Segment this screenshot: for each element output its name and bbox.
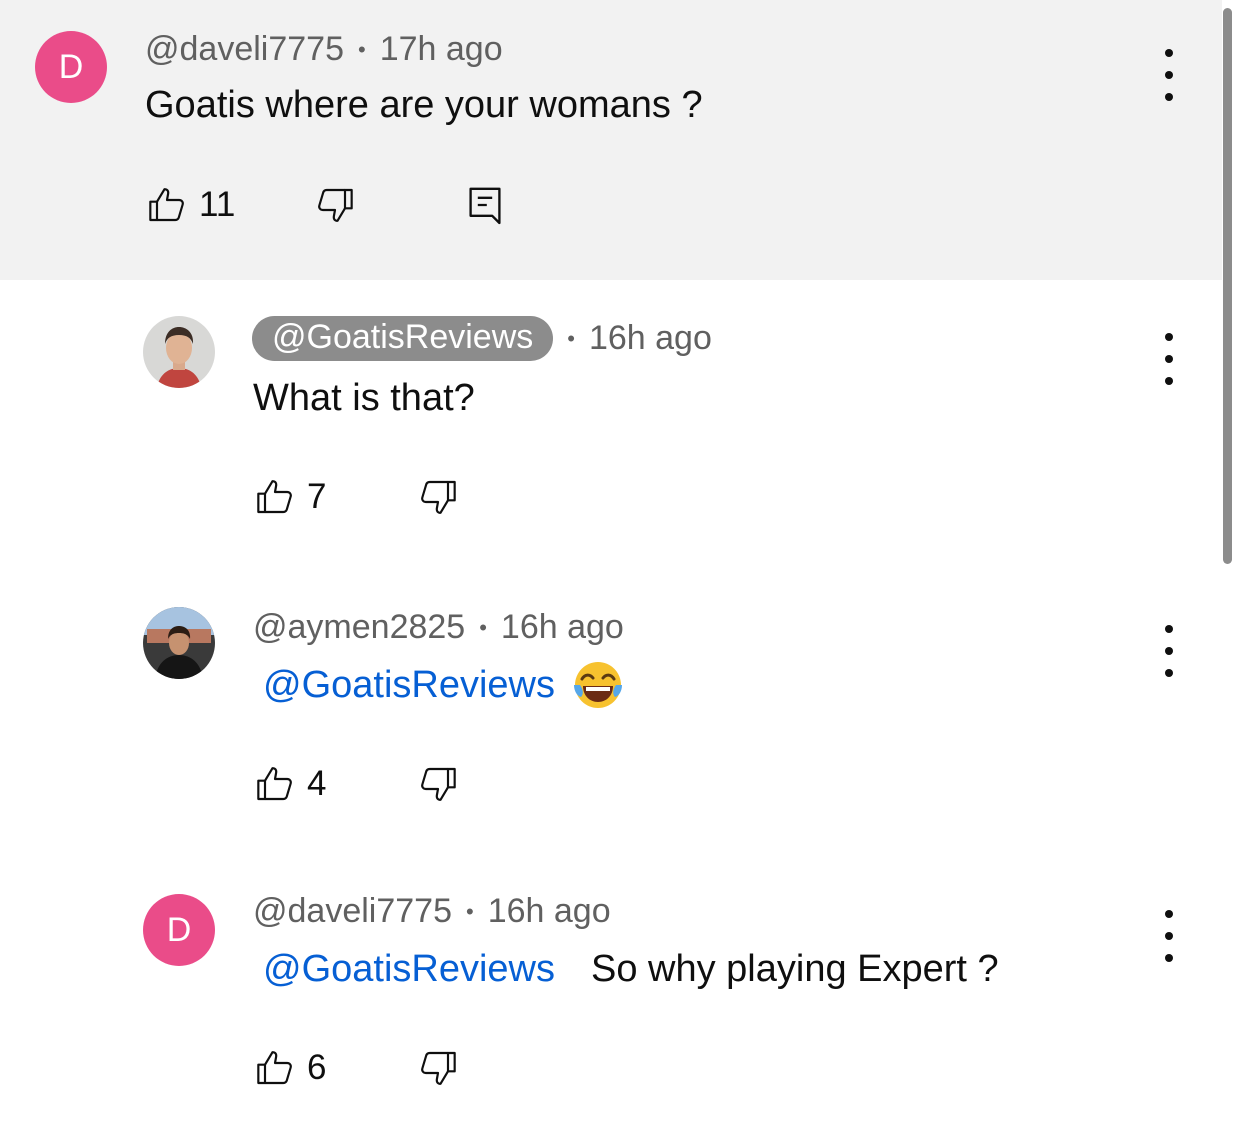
reply-button[interactable] <box>467 185 503 225</box>
mention-link[interactable]: @GoatisReviews <box>263 664 555 707</box>
comment-text: What is that? <box>253 377 475 420</box>
avatar[interactable] <box>143 316 215 388</box>
thumb-up-icon <box>257 480 292 514</box>
avatar-letter: D <box>166 910 192 949</box>
comment-meta: @daveli7775 • 17h ago <box>145 30 503 69</box>
comment-meta: @GoatisReviews • 16h ago <box>252 316 712 361</box>
comment-body: What is that? <box>253 377 475 419</box>
like-button[interactable]: 6 <box>255 1048 326 1088</box>
like-button[interactable]: 7 <box>255 477 326 517</box>
thumb-down-icon <box>421 767 457 801</box>
dot-icon <box>1165 910 1173 918</box>
comment-body: Goatis where are your womans ? <box>145 84 703 126</box>
dislike-button[interactable] <box>418 1048 458 1088</box>
like-button[interactable]: 11 <box>147 185 235 225</box>
like-count: 6 <box>307 1048 327 1087</box>
timestamp[interactable]: 16h ago <box>488 892 611 931</box>
meta-separator: • <box>567 325 575 351</box>
comment-meta: @daveli7775 • 16h ago <box>253 892 611 931</box>
channel-owner-badge[interactable]: @GoatisReviews <box>252 316 554 361</box>
author-handle[interactable]: @daveli7775 <box>145 30 344 69</box>
reply-comment: D @daveli7775 • 16h ago @GoatisReviews S… <box>0 855 1222 1136</box>
dot-icon <box>1165 932 1173 940</box>
timestamp[interactable]: 17h ago <box>380 30 503 69</box>
dislike-button[interactable] <box>315 185 355 225</box>
meta-separator: • <box>466 898 474 924</box>
avatar-photo <box>143 607 215 679</box>
dot-icon <box>1165 93 1173 101</box>
like-count: 7 <box>307 477 327 516</box>
comment-actions: 11 <box>147 185 503 225</box>
thumb-up-icon <box>257 767 292 801</box>
meta-separator: • <box>358 36 366 62</box>
comment-actions: 7 <box>255 477 458 517</box>
comment-actions: 4 <box>255 764 458 804</box>
comment-body: So why playing Expert ? <box>591 948 999 990</box>
avatar[interactable] <box>143 607 215 679</box>
avatar-photo <box>143 316 215 388</box>
thumb-down-icon <box>421 1051 457 1085</box>
thumb-down-icon <box>421 480 457 514</box>
like-count: 11 <box>199 185 236 224</box>
dot-icon <box>1165 954 1173 962</box>
reply-comment: @GoatisReviews • 16h ago What is that? 7 <box>0 280 1222 570</box>
dot-icon <box>1165 669 1173 677</box>
reply-comment: @aymen2825 • 16h ago @GoatisReviews 4 <box>0 570 1222 855</box>
more-actions-button[interactable] <box>1154 333 1184 385</box>
timestamp[interactable]: 16h ago <box>501 608 624 647</box>
more-actions-button[interactable] <box>1154 625 1184 677</box>
avatar[interactable]: D <box>35 31 107 103</box>
author-handle[interactable]: @daveli7775 <box>253 892 452 931</box>
dot-icon <box>1165 625 1173 633</box>
reply-comment-icon <box>469 187 501 225</box>
comment-text: @GoatisReviews <box>263 658 625 712</box>
dot-icon <box>1165 647 1173 655</box>
timestamp[interactable]: 16h ago <box>589 319 712 358</box>
face-with-tears-of-joy-icon <box>574 662 622 708</box>
thumb-up-icon <box>149 188 184 222</box>
comment-meta: @aymen2825 • 16h ago <box>253 608 624 647</box>
dot-icon <box>1165 333 1173 341</box>
comment-actions: 6 <box>255 1048 458 1088</box>
comment-text: @GoatisReviews So why playing Expert ? <box>263 948 999 991</box>
comment-text: Goatis where are your womans ? <box>145 84 703 127</box>
thumb-up-icon <box>257 1051 292 1085</box>
dot-icon <box>1165 355 1173 363</box>
author-handle[interactable]: @aymen2825 <box>253 608 465 647</box>
like-count: 4 <box>307 764 327 803</box>
avatar-letter: D <box>58 47 84 86</box>
more-actions-button[interactable] <box>1154 49 1184 101</box>
more-actions-button[interactable] <box>1154 910 1184 962</box>
avatar[interactable]: D <box>143 894 215 966</box>
dot-icon <box>1165 49 1173 57</box>
dot-icon <box>1165 377 1173 385</box>
scrollbar-thumb[interactable] <box>1223 8 1232 564</box>
thumb-down-icon <box>318 188 354 222</box>
dot-icon <box>1165 71 1173 79</box>
dislike-button[interactable] <box>418 764 458 804</box>
meta-separator: • <box>479 614 487 640</box>
like-button[interactable]: 4 <box>255 764 326 804</box>
mention-link[interactable]: @GoatisReviews <box>263 948 555 991</box>
dislike-button[interactable] <box>418 477 458 517</box>
top-level-comment: D @daveli7775 • 17h ago Goatis where are… <box>0 0 1222 280</box>
